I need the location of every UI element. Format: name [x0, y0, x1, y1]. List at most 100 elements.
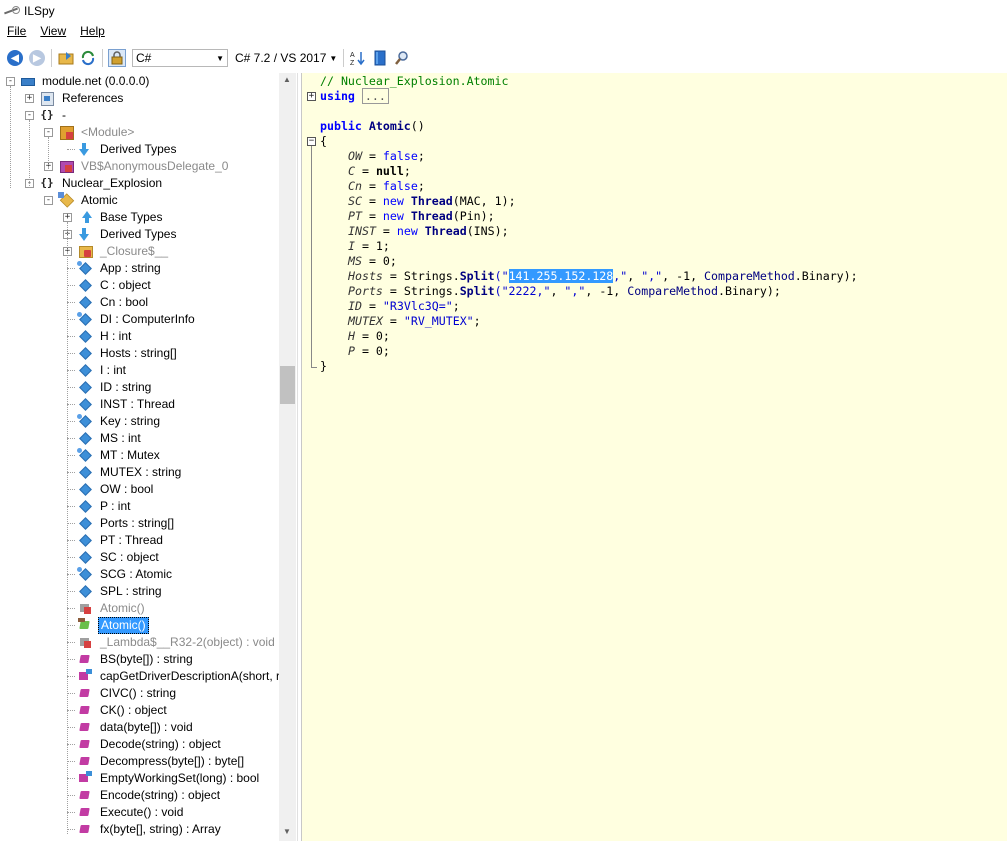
search-button[interactable] [393, 49, 411, 67]
code-token: = Strings. [382, 269, 460, 283]
tree-node[interactable]: MT : Mutex [0, 447, 279, 464]
tree-node[interactable]: OW : bool [0, 481, 279, 498]
open-button[interactable] [57, 49, 75, 67]
tree-node[interactable]: Key : string [0, 413, 279, 430]
tree-node[interactable]: + VB$AnonymousDelegate_0 [0, 158, 279, 175]
expand-icon[interactable]: + [63, 213, 72, 222]
tree-node[interactable]: Cn : bool [0, 294, 279, 311]
tree-guide-line [67, 222, 68, 834]
tree-node[interactable]: App : string [0, 260, 279, 277]
tree-node[interactable]: CK() : object [0, 702, 279, 719]
tree-connector-line [67, 710, 75, 711]
scroll-up-arrow-icon[interactable]: ▲ [283, 75, 291, 84]
code-token: = 0; [354, 329, 390, 343]
tree-node[interactable]: Hosts : string[] [0, 345, 279, 362]
tree-connector-line [67, 472, 75, 473]
code-token: Thread [410, 194, 453, 208]
back-button[interactable]: ◀ [6, 49, 24, 67]
tree-node[interactable]: EmptyWorkingSet(long) : bool [0, 770, 279, 787]
tree-node[interactable]: ID : string [0, 379, 279, 396]
tree-node[interactable]: _Lambda$__R32-2(object) : void [0, 634, 279, 651]
tree-node[interactable]: SCG : Atomic [0, 566, 279, 583]
tree-node[interactable]: Ports : string[] [0, 515, 279, 532]
collapse-icon[interactable]: - [6, 77, 15, 86]
tree-node[interactable]: Decompress(byte[]) : byte[] [0, 753, 279, 770]
tree-node[interactable]: - Atomic [0, 192, 279, 209]
tree-node[interactable]: Decode(string) : object [0, 736, 279, 753]
tree-node[interactable]: H : int [0, 328, 279, 345]
tree-node[interactable]: capGetDriverDescriptionA(short, r [0, 668, 280, 685]
tree-node[interactable]: Atomic() [0, 600, 279, 617]
tree-node[interactable]: + References [0, 90, 279, 107]
tree-node[interactable]: fx(byte[], string) : Array [0, 821, 279, 838]
tree-node[interactable]: Encode(string) : object [0, 787, 279, 804]
tree-node[interactable]: Derived Types [0, 141, 279, 158]
tree-node[interactable]: INST : Thread [0, 396, 279, 413]
menu-file[interactable]: File [0, 24, 33, 38]
tree-node[interactable]: SC : object [0, 549, 279, 566]
collapse-icon[interactable]: - [44, 128, 53, 137]
tree-node[interactable]: + Base Types [0, 209, 279, 226]
tree-node[interactable]: PT : Thread [0, 532, 279, 549]
language-dropdown[interactable]: C# ▼ [132, 49, 228, 67]
tree-node[interactable]: MUTEX : string [0, 464, 279, 481]
code-statement-line: OW = false; [348, 149, 425, 164]
field-identifier: Cn [348, 179, 362, 193]
tree-node-label: P : int [100, 499, 131, 513]
tree-node[interactable]: - module.net (0.0.0.0) [0, 73, 279, 90]
tree-node[interactable]: BS(byte[]) : string [0, 651, 279, 668]
tree-node[interactable]: data(byte[]) : void [0, 719, 279, 736]
tree-node[interactable]: Execute() : void [0, 804, 279, 821]
manage-assembly-lists-button[interactable] [371, 49, 389, 67]
code-statement-line: I = 1; [348, 239, 390, 254]
assembly-tree-view[interactable]: - module.net (0.0.0.0) + References -{} - - <Mo… [0, 73, 297, 841]
tree-node-label: Encode(string) : object [100, 788, 221, 802]
menu-view[interactable]: View [33, 24, 73, 38]
collapse-icon[interactable]: - [25, 111, 34, 120]
static-field-icon [77, 311, 93, 327]
tree-node[interactable]: -{} - [0, 107, 279, 124]
tree-node[interactable]: MS : int [0, 430, 279, 447]
field-icon [77, 294, 93, 310]
code-token: = [361, 209, 383, 223]
tree-scroll-thumb[interactable] [280, 366, 295, 404]
tree-node[interactable]: SPL : string [0, 583, 279, 600]
tree-node[interactable]: + Derived Types [0, 226, 279, 243]
tree-node-label: Hosts : string[] [100, 346, 177, 360]
fold-expand-icon[interactable]: + [307, 92, 316, 101]
field-icon [77, 498, 93, 514]
scroll-down-arrow-icon[interactable]: ▼ [283, 827, 291, 836]
code-token: = [382, 314, 404, 328]
tree-node[interactable]: C : object [0, 277, 279, 294]
reload-button[interactable] [79, 49, 97, 67]
tree-node[interactable]: I : int [0, 362, 279, 379]
tree-node[interactable]: CIVC() : string [0, 685, 279, 702]
code-token: ," [613, 269, 628, 283]
tree-node[interactable]: + _Closure$__ [0, 243, 279, 260]
code-token: CompareMethod [704, 269, 795, 283]
tree-node-label: Atomic [81, 193, 118, 207]
expand-icon[interactable]: + [25, 94, 34, 103]
show-internal-api-toggle[interactable] [108, 49, 126, 67]
tree-node[interactable]: - <Module> [0, 124, 279, 141]
code-token: Split [459, 269, 495, 283]
tree-node-label: References [62, 91, 124, 105]
tree-node-label: Cn : bool [100, 295, 149, 309]
code-statement-line: P = 0; [348, 344, 390, 359]
sort-button[interactable]: AZ [349, 49, 367, 67]
code-token: CompareMethod [627, 284, 718, 298]
tree-vertical-scrollbar[interactable]: ▲ ▼ [279, 73, 296, 841]
tree-node[interactable]: -{} Nuclear_Explosion [0, 175, 279, 192]
menu-help[interactable]: Help [73, 24, 112, 38]
static-field-icon [77, 447, 93, 463]
decompiled-code-view[interactable]: // Nuclear_Explosion.Atomic + using ... pub… [301, 73, 1007, 841]
tree-node[interactable]: Atomic() [0, 617, 279, 634]
chevron-down-icon: ▼ [329, 53, 338, 63]
using-fold-placeholder[interactable]: ... [361, 88, 389, 104]
tree-node[interactable]: DI : ComputerInfo [0, 311, 279, 328]
tree-node[interactable]: P : int [0, 498, 279, 515]
forward-button[interactable]: ▶ [28, 49, 46, 67]
collapse-icon[interactable]: - [44, 196, 53, 205]
fold-collapse-icon[interactable]: − [307, 137, 316, 146]
language-version-dropdown[interactable]: C# 7.2 / VS 2017 ▼ [232, 49, 340, 67]
